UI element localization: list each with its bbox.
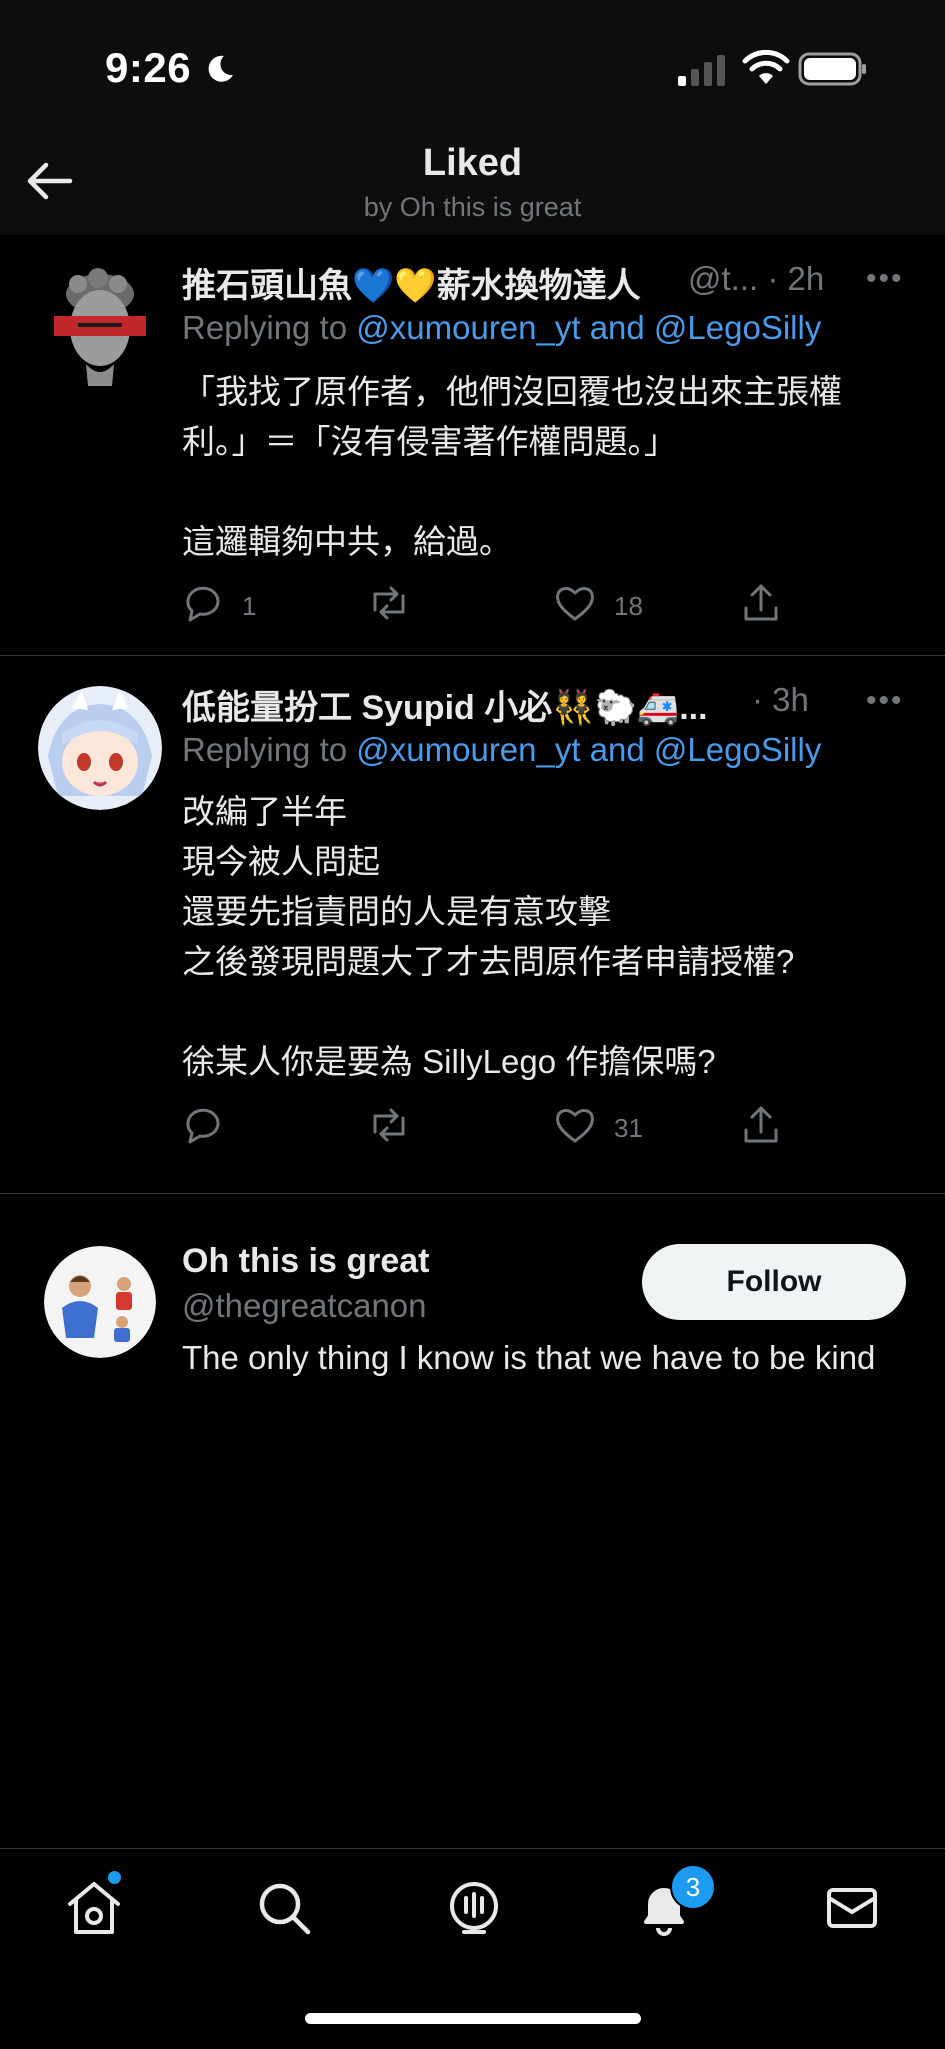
tweet-handle-time[interactable]: · 3h (752, 681, 809, 719)
liker-handle[interactable]: @thegreatcanon (182, 1287, 427, 1325)
liker-name[interactable]: Oh this is great (182, 1242, 430, 1281)
avatar[interactable] (44, 1246, 156, 1358)
wifi-icon (742, 50, 790, 84)
tweet-text: 「我找了原作者，他們沒回覆也沒出來主張權利。」＝「沒有侵害著作權問題。」 這邏輯… (182, 373, 842, 560)
like-count: 18 (614, 591, 643, 621)
reply-icon[interactable] (180, 1102, 226, 1148)
tweet-author-name[interactable]: 低能量扮工 Syupid 小必👯🐑🚑... (182, 680, 708, 729)
tweet-handle-time[interactable]: @t... · 2h (688, 260, 824, 298)
moon-icon (208, 55, 233, 82)
like-icon[interactable] (552, 1102, 598, 1148)
home-indicator[interactable] (305, 2013, 641, 2024)
replying-to: Replying to @xumouren_yt and @LegoSilly (182, 731, 821, 769)
liker-bio: The only thing I know is that we have to… (182, 1339, 876, 1376)
reply-icon[interactable] (180, 580, 226, 626)
page-title: Liked (422, 142, 523, 184)
share-icon[interactable] (738, 1102, 784, 1148)
home-notification-dot (108, 1871, 121, 1884)
retweet-icon[interactable] (366, 580, 412, 626)
replying-to-label: Replying to (182, 309, 357, 346)
spaces-icon[interactable] (444, 1878, 504, 1938)
divider (0, 655, 945, 656)
signal-icon (678, 55, 725, 86)
replying-to-accounts[interactable]: @xumouren_yt and @LegoSilly (356, 731, 821, 768)
tweet-author-name[interactable]: 推石頭山魚💙💛薪水換物達人 (182, 258, 641, 307)
more-options-icon[interactable]: ••• (866, 684, 904, 718)
page-subtitle: by Oh this is great (363, 192, 582, 222)
reply-count: 1 (242, 591, 257, 621)
like-icon[interactable] (552, 580, 598, 626)
avatar[interactable] (38, 686, 162, 810)
battery-icon (798, 52, 866, 86)
replying-to-label: Replying to (182, 731, 357, 768)
replying-to: Replying to @xumouren_yt and @LegoSilly (182, 309, 821, 347)
notifications-badge: 3 (670, 1864, 716, 1910)
messages-icon[interactable] (822, 1878, 882, 1938)
like-count: 31 (614, 1113, 643, 1143)
search-icon[interactable] (254, 1878, 314, 1938)
home-icon[interactable] (64, 1878, 124, 1938)
status-time: 9:26 (105, 44, 192, 91)
follow-button[interactable]: Follow (642, 1244, 906, 1320)
retweet-icon[interactable] (366, 1102, 412, 1148)
share-icon[interactable] (738, 580, 784, 626)
replying-to-accounts[interactable]: @xumouren_yt and @LegoSilly (356, 309, 821, 346)
tweet-text: 改編了半年 現今被人問起 還要先指責問的人是有意攻擊 之後發現問題大了才去問原作… (182, 793, 795, 1080)
more-options-icon[interactable]: ••• (866, 262, 904, 296)
avatar[interactable] (48, 268, 152, 388)
divider (0, 1193, 945, 1194)
